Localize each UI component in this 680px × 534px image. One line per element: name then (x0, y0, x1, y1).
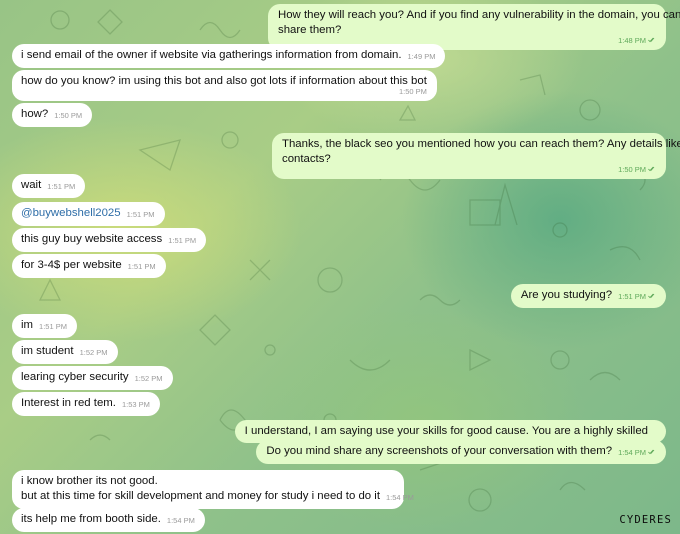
message-text: how do you know? im using this bot and a… (21, 75, 427, 87)
message-text: im (21, 319, 34, 331)
message-text: Thanks, the black seo you mentioned how … (282, 138, 680, 150)
chat-background: How they will reach you? And if you find… (0, 0, 680, 534)
message-time: 1:52 PM (134, 374, 163, 383)
message-text: Are you studying? (520, 289, 613, 301)
message-incoming[interactable]: im student 1:52 PM (12, 340, 118, 364)
message-incoming[interactable]: wait 1:51 PM (12, 174, 86, 198)
message-time: 1:51 PM (168, 236, 197, 245)
message-incoming[interactable]: im 1:51 PM (12, 314, 77, 338)
message-text: I understand, I am saying use your skill… (244, 425, 648, 437)
message-incoming[interactable]: its help me from booth side. 1:54 PM (12, 508, 205, 532)
message-incoming[interactable]: i send email of the owner if website via… (12, 44, 446, 68)
message-text: for 3-4$ per website (21, 259, 122, 271)
message-text: Interest in red tem. (21, 397, 116, 409)
message-time: 1:51 PM (618, 292, 656, 301)
double-check-icon (648, 37, 655, 43)
message-time: 1:50 PM (54, 111, 83, 120)
mention-link[interactable]: @buywebshell2025 (21, 207, 121, 219)
message-text: Do you mind share any screenshots of you… (266, 445, 613, 457)
message-text: learing cyber security (21, 371, 129, 383)
message-time: 1:51 PM (39, 322, 67, 331)
message-time: 1:51 PM (47, 182, 76, 191)
message-time: 1:49 PM (407, 52, 436, 61)
message-incoming[interactable]: how do you know? im using this bot and a… (12, 70, 437, 101)
message-time: 1:54 PM (166, 516, 195, 525)
double-check-icon (648, 166, 655, 172)
message-text: i know brother its not good. (21, 475, 158, 487)
message-incoming[interactable]: for 3-4$ per website 1:51 PM (12, 254, 166, 278)
message-text: its help me from booth side. (21, 513, 161, 525)
message-incoming[interactable]: learing cyber security 1:52 PM (12, 366, 173, 390)
message-outgoing[interactable]: Do you mind share any screenshots of you… (256, 440, 666, 464)
message-incoming[interactable]: this guy buy website access 1:51 PM (12, 228, 207, 252)
watermark-logo: CYDERES (619, 514, 672, 526)
message-time: 1:54 PM (386, 493, 414, 502)
message-text: wait (21, 179, 42, 191)
message-text: this guy buy website access (21, 233, 163, 245)
message-incoming[interactable]: @buywebshell2025 1:51 PM (12, 202, 165, 226)
message-text: how? (21, 108, 49, 120)
message-time: 1:51 PM (126, 210, 155, 219)
message-text: but at this time for skill development a… (21, 490, 380, 502)
message-text: im student (21, 345, 74, 357)
message-outgoing[interactable]: Thanks, the black seo you mentioned how … (272, 133, 680, 179)
message-time: 1:54 PM (618, 448, 656, 457)
message-outgoing[interactable]: Are you studying? 1:51 PM (510, 284, 666, 308)
double-check-icon (648, 293, 655, 299)
message-time: 1:50 PM (288, 165, 656, 175)
message-time: 1:51 PM (127, 262, 156, 271)
message-time: 1:52 PM (79, 348, 108, 357)
message-time: 1:53 PM (121, 400, 150, 409)
double-check-icon (648, 449, 655, 455)
message-incoming[interactable]: Interest in red tem. 1:53 PM (12, 392, 160, 416)
message-text: i send email of the owner if website via… (21, 49, 402, 61)
message-incoming[interactable]: how? 1:50 PM (12, 103, 93, 127)
message-incoming[interactable]: i know brother its not good. but at this… (12, 470, 414, 509)
message-text: How they will reach you? And if you find… (278, 9, 680, 21)
